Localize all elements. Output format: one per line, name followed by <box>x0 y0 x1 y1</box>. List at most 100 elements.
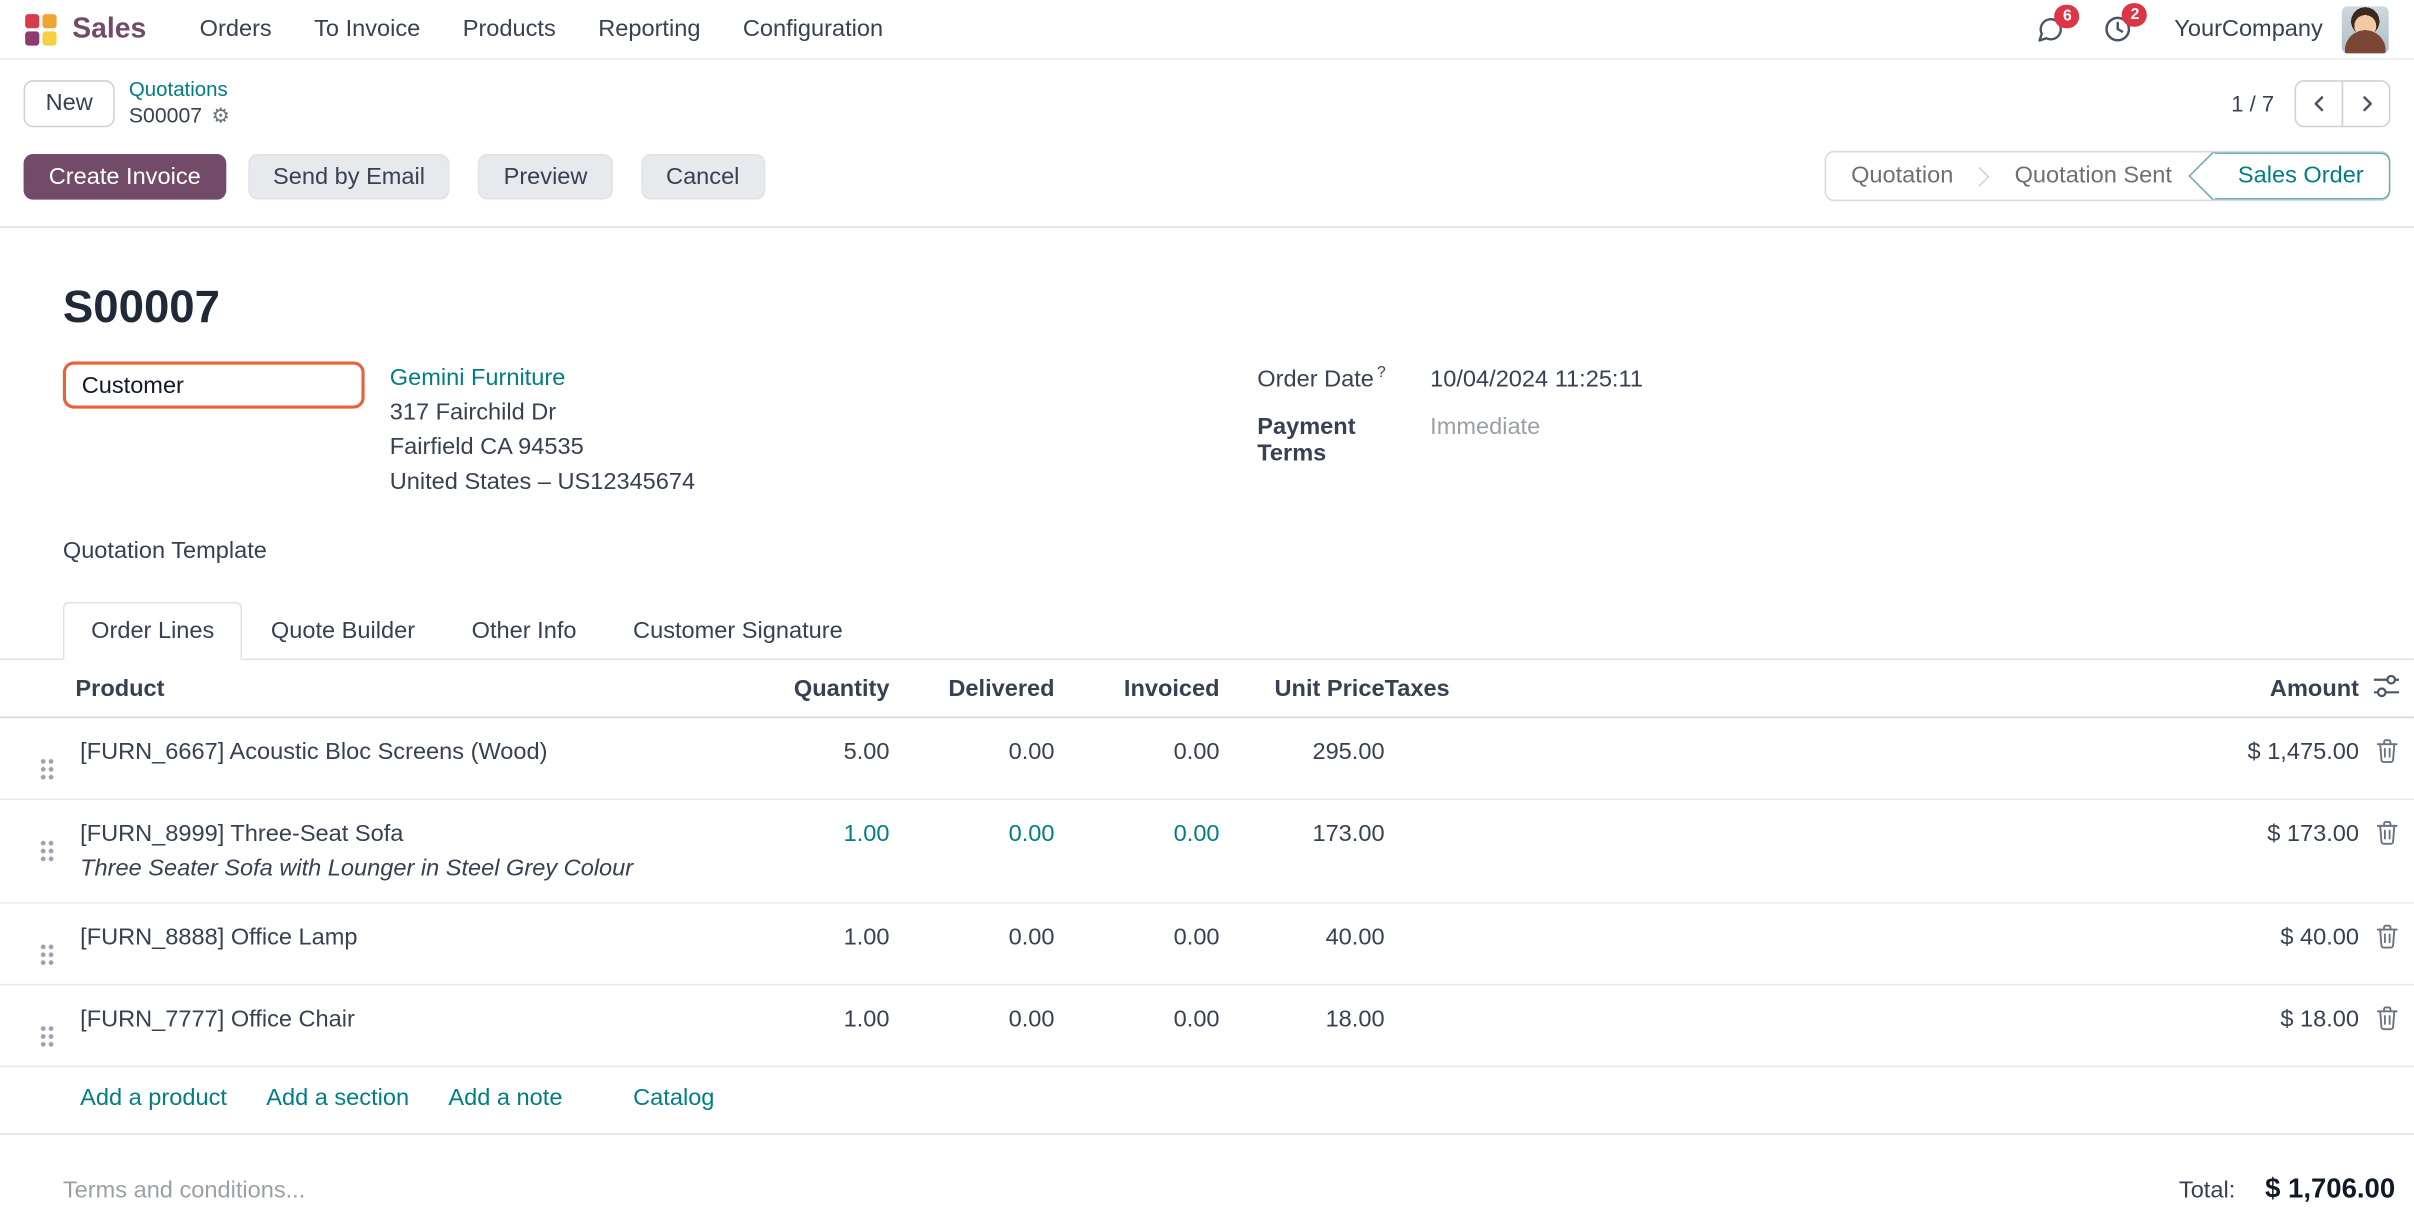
add-note-link[interactable]: Add a note <box>448 1084 562 1111</box>
quantity-cell[interactable]: 5.00 <box>725 718 890 786</box>
delete-line-button[interactable] <box>2359 718 2414 781</box>
tab-other-info[interactable]: Other Info <box>443 602 604 660</box>
product-cell[interactable]: [FURN_7777] Office Chair <box>75 985 724 1053</box>
address-line-1: 317 Fairchild Dr <box>390 396 695 431</box>
menu-products[interactable]: Products <box>463 16 556 43</box>
send-by-email-button[interactable]: Send by Email <box>248 153 450 199</box>
payment-terms-value[interactable]: Immediate <box>1430 413 1540 440</box>
catalog-link[interactable]: Catalog <box>633 1084 714 1111</box>
taxes-cell[interactable] <box>1385 800 2163 835</box>
quantity-cell[interactable]: 1.00 <box>725 904 890 972</box>
drag-handle[interactable] <box>39 1025 53 1049</box>
invoiced-cell[interactable]: 0.00 <box>1055 800 1220 868</box>
column-taxes[interactable]: Taxes <box>1385 660 2163 717</box>
order-date-label: Order Date? <box>1257 365 1430 393</box>
order-date-value[interactable]: 10/04/2024 11:25:11 <box>1430 366 1643 393</box>
amount-cell: $ 18.00 <box>2163 985 2359 1053</box>
main-menu: Orders To Invoice Products Reporting Con… <box>200 16 883 43</box>
delete-line-button[interactable] <box>2359 800 2414 863</box>
optional-columns-button[interactable] <box>2359 660 2414 709</box>
sheet-footer: Terms and conditions... Total: $ 1,706.0… <box>0 1135 2414 1206</box>
pager-next-button[interactable] <box>2342 79 2391 126</box>
menu-configuration[interactable]: Configuration <box>743 16 883 43</box>
total-label: Total: <box>2179 1177 2235 1204</box>
tab-order-lines[interactable]: Order Lines <box>63 602 243 660</box>
user-avatar[interactable] <box>2342 6 2389 53</box>
drag-handle[interactable] <box>39 758 53 782</box>
amount-cell: $ 1,475.00 <box>2163 718 2359 786</box>
activities-button[interactable]: 2 <box>2104 14 2134 44</box>
product-cell[interactable]: [FURN_8888] Office Lamp <box>75 904 724 972</box>
order-line-row: [FURN_7777] Office Chair 1.00 0.00 0.00 … <box>0 985 2414 1067</box>
delivered-cell[interactable]: 0.00 <box>890 904 1055 972</box>
menu-orders[interactable]: Orders <box>200 16 272 43</box>
quantity-cell[interactable]: 1.00 <box>725 800 890 868</box>
unit-price-cell[interactable]: 173.00 <box>1220 800 1385 868</box>
apps-menu-icon[interactable] <box>25 13 56 44</box>
column-product[interactable]: Product <box>75 660 724 717</box>
payment-terms-label: Payment Terms <box>1257 413 1430 466</box>
help-tooltip-icon: ? <box>1377 365 1386 382</box>
pager-previous-button[interactable] <box>2295 79 2344 126</box>
column-delivered[interactable]: Delivered <box>890 660 1055 717</box>
invoiced-cell[interactable]: 0.00 <box>1055 904 1220 972</box>
status-step-sales-order[interactable]: Sales Order <box>2213 152 2391 199</box>
taxes-cell[interactable] <box>1385 904 2163 939</box>
status-step-quotation[interactable]: Quotation <box>1826 154 1979 198</box>
delivered-cell[interactable]: 0.00 <box>890 985 1055 1053</box>
menu-to-invoice[interactable]: To Invoice <box>314 16 420 43</box>
amount-cell: $ 173.00 <box>2163 800 2359 868</box>
add-section-link[interactable]: Add a section <box>266 1084 409 1111</box>
taxes-cell[interactable] <box>1385 985 2163 1020</box>
company-switcher[interactable]: YourCompany <box>2174 16 2323 43</box>
product-description: Three Seater Sofa with Lounger in Steel … <box>80 850 724 885</box>
quantity-cell[interactable]: 1.00 <box>725 985 890 1053</box>
trash-icon <box>2375 1006 2397 1031</box>
column-unit-price[interactable]: Unit Price <box>1220 660 1385 717</box>
address-line-2: Fairfield CA 94535 <box>390 431 695 466</box>
terms-and-conditions-field[interactable]: Terms and conditions... <box>63 1177 305 1204</box>
preview-button[interactable]: Preview <box>478 153 612 199</box>
product-cell[interactable]: [FURN_6667] Acoustic Bloc Screens (Wood) <box>75 718 724 786</box>
record-actions-gear-icon[interactable]: ⚙ <box>211 103 229 128</box>
new-button[interactable]: New <box>24 79 115 126</box>
app-title[interactable]: Sales <box>72 13 146 46</box>
tab-customer-signature[interactable]: Customer Signature <box>605 602 871 660</box>
customer-link[interactable]: Gemini Furniture <box>390 365 566 392</box>
delivered-cell[interactable]: 0.00 <box>890 718 1055 786</box>
breadcrumb-bar: New Quotations S00007 ⚙ 1 / 7 <box>0 60 2414 142</box>
messages-button[interactable]: 6 <box>2036 15 2066 43</box>
delete-line-button[interactable] <box>2359 904 2414 967</box>
form-sheet: S00007 Gemini Furniture 317 Fairchild Dr… <box>0 281 2414 1205</box>
delete-line-button[interactable] <box>2359 985 2414 1048</box>
invoiced-cell[interactable]: 0.00 <box>1055 985 1220 1053</box>
tab-quote-builder[interactable]: Quote Builder <box>243 602 444 660</box>
sales-app: Sales Orders To Invoice Products Reporti… <box>0 0 2414 1210</box>
unit-price-cell[interactable]: 18.00 <box>1220 985 1385 1053</box>
add-product-link[interactable]: Add a product <box>80 1084 227 1111</box>
drag-handle[interactable] <box>39 943 53 967</box>
column-quantity[interactable]: Quantity <box>725 660 890 717</box>
breadcrumb-current-record: S00007 <box>129 102 202 129</box>
quotation-template-label[interactable]: Quotation Template <box>63 537 2414 564</box>
notebook-tabs: Order Lines Quote Builder Other Info Cus… <box>0 602 2414 660</box>
cancel-button[interactable]: Cancel <box>641 153 765 199</box>
unit-price-cell[interactable]: 295.00 <box>1220 718 1385 786</box>
navbar-systray: 6 2 YourCompany <box>1998 6 2389 53</box>
customer-field[interactable] <box>63 361 365 408</box>
status-step-quotation-sent[interactable]: Quotation Sent <box>1989 154 2197 198</box>
drag-handle[interactable] <box>39 839 53 863</box>
column-invoiced[interactable]: Invoiced <box>1055 660 1220 717</box>
breadcrumb-quotations-link[interactable]: Quotations <box>129 77 230 102</box>
unit-price-cell[interactable]: 40.00 <box>1220 904 1385 972</box>
top-navbar: Sales Orders To Invoice Products Reporti… <box>0 0 2414 60</box>
invoiced-cell[interactable]: 0.00 <box>1055 718 1220 786</box>
sliders-icon <box>2373 674 2400 698</box>
taxes-cell[interactable] <box>1385 718 2163 753</box>
menu-reporting[interactable]: Reporting <box>598 16 700 43</box>
column-amount[interactable]: Amount <box>2163 660 2359 717</box>
create-invoice-button[interactable]: Create Invoice <box>24 153 226 199</box>
product-cell[interactable]: [FURN_8999] Three-Seat Sofa Three Seater… <box>75 800 724 902</box>
pager-count: 1 / 7 <box>2231 90 2274 115</box>
delivered-cell[interactable]: 0.00 <box>890 800 1055 868</box>
